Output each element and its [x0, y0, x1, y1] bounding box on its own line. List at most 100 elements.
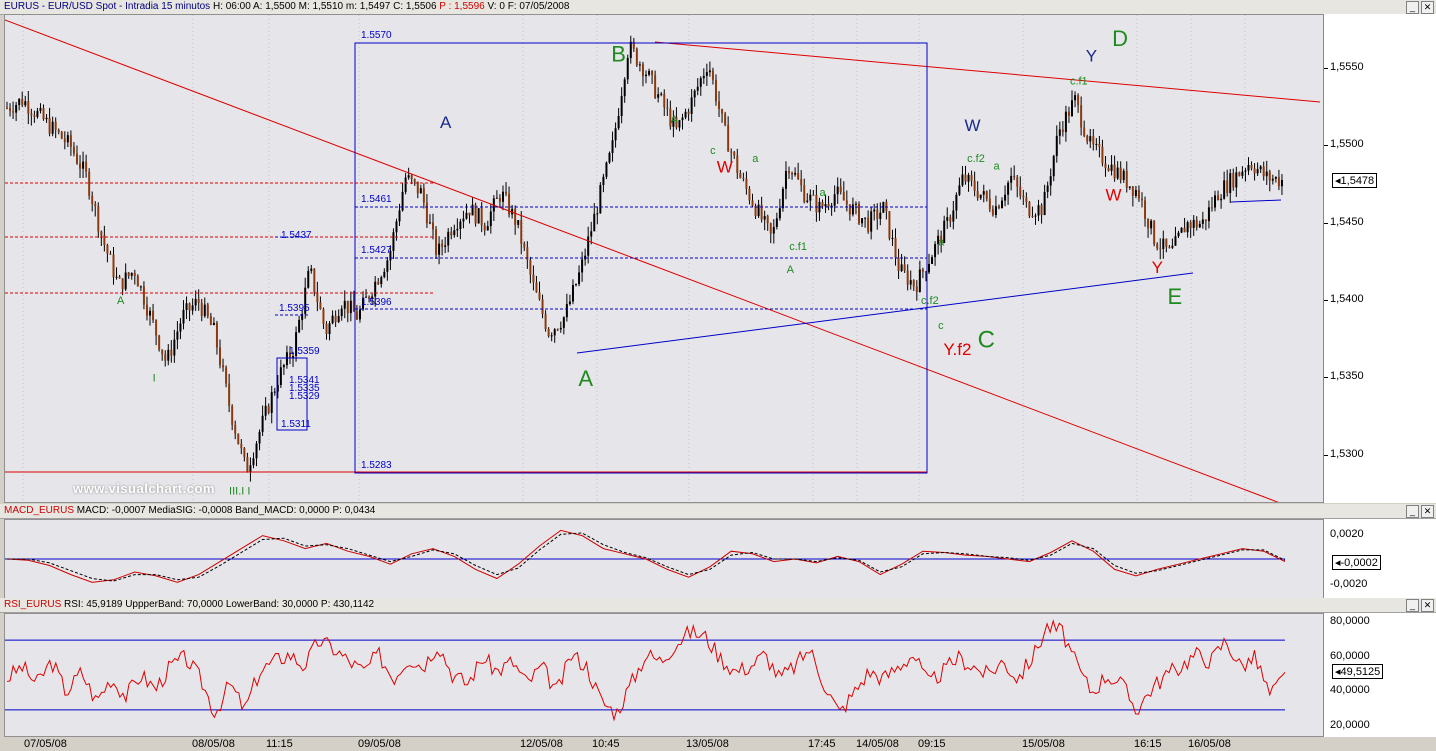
close-icon[interactable]: ✕	[1421, 1, 1434, 14]
candle-body	[273, 391, 276, 393]
rsi-panel-header: RSI_EURUS RSI: 45,9189 UppperBand: 70,00…	[0, 598, 1436, 613]
candle-body	[252, 458, 255, 466]
candle-body	[952, 210, 955, 222]
candle-body	[976, 190, 979, 199]
candle-body	[328, 323, 331, 335]
price-chart-area[interactable]: 1.5570 1.5461 1.5427 1.5396 1.5283 1.5437 1.53…	[4, 14, 1324, 503]
candle-body	[164, 354, 167, 361]
price-panel-header: EURUS - EUR/USD Spot - Intradia 15 minut…	[0, 0, 1436, 15]
candle-body	[538, 292, 541, 300]
candle-body	[1210, 207, 1213, 209]
candle-body	[523, 243, 526, 248]
rsi-title: RSI_EURUS	[4, 599, 62, 610]
candle-body	[1226, 180, 1229, 193]
candle-body	[234, 424, 237, 434]
candle-body	[1223, 180, 1226, 199]
macd-value: MACD: -0,0007	[76, 505, 146, 516]
wave-label: A	[787, 264, 795, 276]
candle-body	[800, 179, 803, 186]
candle-body	[626, 58, 629, 80]
candle-body	[331, 315, 334, 324]
candle-body	[212, 322, 215, 326]
candle-body	[803, 185, 806, 202]
candle-body	[1171, 245, 1174, 248]
candle-body	[249, 465, 252, 473]
candle-body	[1259, 166, 1262, 170]
candle-body	[197, 298, 200, 303]
candle-body	[1113, 164, 1116, 179]
candle-body	[529, 260, 532, 275]
candle-body	[51, 121, 54, 134]
candle-body	[127, 272, 130, 276]
macd-chart-area[interactable]	[4, 519, 1324, 599]
candle-body	[145, 304, 148, 316]
price-y-axis: 1,5550 1,5500 1,5450 1,5400 1,5350 1,5300 ◂1,5…	[1323, 14, 1436, 503]
candle-body	[593, 213, 596, 232]
candle-body	[1250, 164, 1253, 169]
candle-body	[623, 79, 626, 97]
candle-body	[575, 284, 578, 286]
candle-body	[894, 237, 897, 258]
candle-body	[1040, 205, 1043, 216]
candle-body	[1134, 189, 1137, 196]
candle-body	[1265, 171, 1268, 177]
candle-body	[374, 281, 377, 297]
candle-body	[246, 457, 249, 473]
candle-body	[757, 204, 760, 217]
candle-body	[845, 200, 848, 205]
candle-body	[696, 86, 699, 91]
candle-body	[45, 117, 48, 120]
minimize-icon[interactable]: _	[1406, 599, 1419, 612]
wave-label: Y.f2	[943, 340, 971, 359]
candle-body	[386, 260, 389, 272]
candle-body	[994, 206, 997, 216]
wave-label: C	[664, 15, 676, 19]
candle-body	[702, 75, 705, 79]
candle-body	[261, 415, 264, 432]
candle-body	[18, 98, 21, 105]
candle-body	[237, 433, 240, 444]
candle-body	[532, 274, 535, 283]
candle-body	[775, 218, 778, 227]
candle-body	[851, 204, 854, 215]
candle-body	[553, 329, 556, 336]
x-tick-label: 10:45	[592, 738, 620, 750]
candle-body	[91, 195, 94, 205]
candle-body	[185, 303, 188, 311]
minimize-icon[interactable]: _	[1406, 505, 1419, 518]
candle-body	[821, 201, 824, 207]
candle-body	[721, 109, 724, 114]
macd-chart-svg	[5, 529, 1286, 583]
candle-body	[6, 107, 8, 109]
candle-body	[1280, 180, 1283, 187]
candle-body	[1043, 191, 1046, 216]
candle-body	[742, 178, 745, 180]
close-icon[interactable]: ✕	[1421, 505, 1434, 518]
candle-body	[313, 268, 316, 293]
candle-body	[450, 231, 453, 236]
candle-body	[806, 200, 809, 202]
minimize-icon[interactable]: _	[1406, 1, 1419, 14]
candle-body	[651, 71, 654, 76]
candle-body	[1037, 205, 1040, 216]
x-axis: 07/05/08 08/05/08 11:15 09/05/08 12/05/08 10:…	[0, 737, 1436, 751]
x-tick-label: 13/05/08	[686, 738, 729, 750]
candle-body	[453, 230, 456, 236]
candle-body	[617, 116, 620, 129]
candle-body	[194, 298, 197, 306]
candle-body	[1025, 197, 1028, 203]
close-icon[interactable]: ✕	[1421, 599, 1434, 612]
candle-body	[842, 191, 845, 201]
candle-body	[179, 323, 182, 332]
candle-body	[1268, 171, 1271, 181]
candle-body	[1217, 195, 1220, 201]
candle-body	[219, 347, 221, 366]
candle-body	[550, 335, 553, 337]
y-tick-label: 1,5500	[1330, 138, 1364, 151]
candle-body	[879, 212, 882, 219]
candle-body	[432, 222, 434, 230]
rsi-p: P: 430,1142	[320, 599, 375, 610]
candle-body	[425, 202, 428, 224]
candle-body	[428, 222, 431, 224]
rsi-chart-area[interactable]	[4, 613, 1324, 737]
